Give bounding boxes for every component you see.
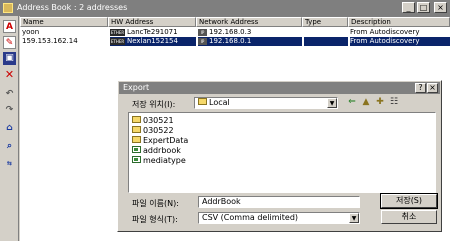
back-icon[interactable]: ⇐: [346, 97, 358, 108]
file-list[interactable]: 030521 030522 ExpertData addrbook mediat…: [128, 112, 436, 193]
address-book-window: Address Book : 2 addresses _ □ × A ✎ ▣ ✕…: [0, 0, 450, 241]
help-button[interactable]: ?: [415, 83, 426, 93]
filetype-value: CSV (Comma delimited): [202, 213, 299, 222]
column-header-hw-address[interactable]: HW Address: [108, 17, 196, 27]
list-item[interactable]: 030521: [132, 116, 174, 125]
list-item[interactable]: 030522: [132, 126, 174, 135]
maximize-button[interactable]: □: [417, 2, 430, 13]
row-0-desc[interactable]: From Autodiscovery: [350, 28, 450, 37]
import-icon[interactable]: ▣: [3, 52, 16, 65]
window-title: Address Book : 2 addresses: [17, 3, 128, 12]
up-folder-icon[interactable]: ▲: [360, 97, 372, 108]
column-header-name[interactable]: Name: [20, 17, 108, 27]
folder-icon: [132, 126, 141, 133]
row-1-net-value: 192.168.0.1: [209, 37, 252, 45]
filename-input[interactable]: AddrBook: [198, 196, 360, 208]
dialog-close-button[interactable]: ×: [427, 83, 438, 93]
file-icon: [132, 146, 141, 153]
list-item[interactable]: mediatype: [132, 156, 186, 165]
file-name: addrbook: [143, 146, 181, 155]
row-0-hw[interactable]: ETHER LancTe291071: [110, 28, 196, 37]
undo-icon[interactable]: ↶: [3, 88, 16, 101]
list-item[interactable]: addrbook: [132, 146, 181, 155]
close-button[interactable]: ×: [434, 2, 447, 13]
file-name: 030521: [143, 116, 174, 125]
row-1-hw-value: Nexlan152154: [127, 37, 178, 45]
folder-icon: [132, 136, 141, 143]
chevron-down-icon[interactable]: ▼: [327, 98, 337, 108]
find-icon[interactable]: ⌕: [3, 140, 16, 153]
chevron-down-icon[interactable]: ▼: [349, 213, 359, 223]
dialog-title-bar: Export ? ×: [119, 82, 440, 94]
row-0-net[interactable]: IP 192.168.0.3: [198, 28, 302, 37]
save-in-label: 저장 위치(I):: [132, 100, 176, 109]
folder-icon: [198, 98, 207, 105]
filename-value: AddrBook: [202, 197, 241, 206]
delete-icon[interactable]: ✕: [3, 68, 16, 81]
filename-label: 파일 이름(N):: [132, 199, 179, 208]
minimize-button[interactable]: _: [402, 2, 415, 13]
ip-icon: IP: [198, 29, 207, 36]
title-bar: Address Book : 2 addresses _ □ ×: [0, 0, 450, 16]
row-1-net[interactable]: IP 192.168.0.1: [198, 37, 302, 46]
ethernet-icon: ETHER: [110, 29, 125, 36]
folder-icon: [132, 116, 141, 123]
dialog-title: Export: [123, 83, 150, 92]
filetype-dropdown[interactable]: CSV (Comma delimited) ▼: [198, 212, 360, 224]
network-icon[interactable]: ⌂: [3, 122, 16, 135]
filetype-label: 파일 형식(T):: [132, 215, 178, 224]
list-item[interactable]: ExpertData: [132, 136, 188, 145]
row-0-hw-value: LancTe291071: [127, 28, 178, 36]
redo-icon[interactable]: ↷: [3, 104, 16, 117]
save-in-dropdown[interactable]: Local ▼: [194, 97, 338, 109]
row-0-type[interactable]: [304, 28, 348, 37]
save-button[interactable]: 저장(S): [380, 193, 438, 209]
file-name: ExpertData: [143, 136, 189, 145]
add-icon[interactable]: A: [3, 20, 16, 33]
new-folder-icon[interactable]: ✚: [374, 97, 386, 108]
export-icon[interactable]: ⇆: [3, 157, 16, 170]
row-1-type[interactable]: [304, 37, 348, 46]
ethernet-icon: ETHER: [110, 38, 125, 45]
address-book-icon: [3, 3, 13, 13]
save-in-value: Local: [209, 98, 230, 107]
row-0-name[interactable]: yoon: [22, 28, 106, 37]
column-header-type[interactable]: Type: [302, 17, 348, 27]
file-icon: [132, 156, 141, 163]
edit-icon[interactable]: ✎: [3, 36, 16, 49]
row-0-net-value: 192.168.0.3: [209, 28, 252, 36]
row-1-hw[interactable]: ETHER Nexlan152154: [110, 37, 196, 46]
column-header-network-address[interactable]: Network Address: [196, 17, 302, 27]
file-name: 030522: [143, 126, 174, 135]
left-toolbar: A ✎ ▣ ✕ ↶ ↷ ⌂ ⌕ ⇆: [0, 16, 19, 241]
export-dialog: Export ? × 저장 위치(I): Local ▼ ⇐ ▲ ✚ ☷ 030…: [117, 80, 442, 232]
row-1-name[interactable]: 159.153.162.14: [22, 37, 106, 46]
cancel-button[interactable]: 취소: [381, 210, 437, 224]
ip-icon: IP: [198, 38, 207, 45]
row-1-desc[interactable]: From Autodiscovery: [350, 37, 450, 46]
file-name: mediatype: [143, 156, 186, 165]
column-header-description[interactable]: Description: [348, 17, 450, 27]
view-menu-icon[interactable]: ☷: [388, 97, 400, 108]
